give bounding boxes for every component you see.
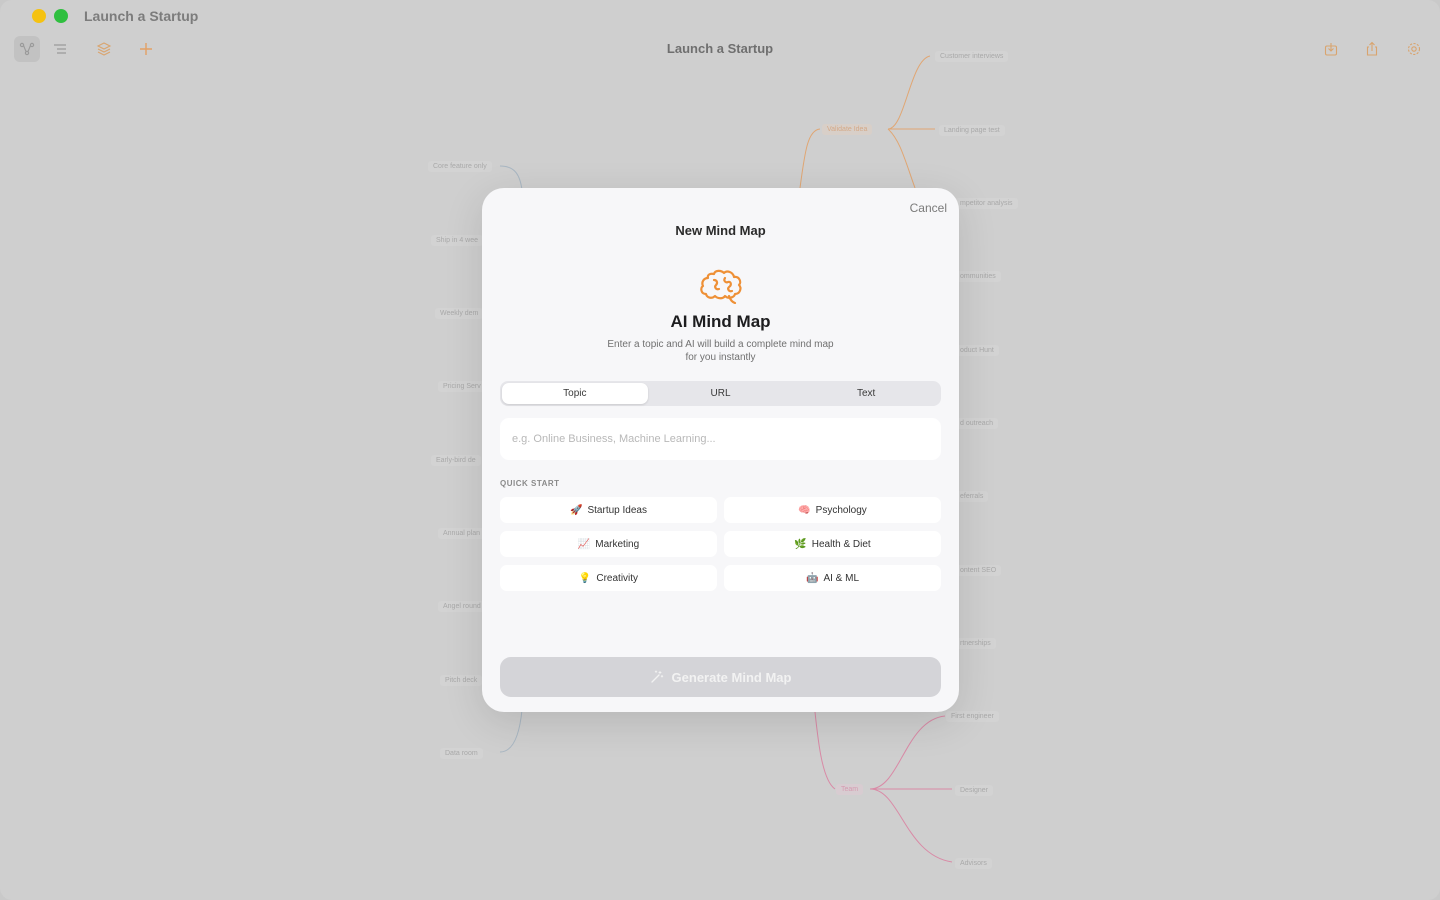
input-mode-segmented-control: Topic URL Text xyxy=(500,381,941,406)
mindmap-node[interactable]: Angel round xyxy=(438,601,486,612)
quick-start-label: Marketing xyxy=(595,538,640,550)
tab-text[interactable]: Text xyxy=(793,383,939,404)
ai-mind-map-description: Enter a topic and AI will build a comple… xyxy=(607,339,834,363)
new-mind-map-dialog: Cancel New Mind Map AI Mind Map Enter a … xyxy=(482,188,959,712)
quick-start-ai-ml-button[interactable]: 🤖 AI & ML xyxy=(724,565,941,591)
quick-start-startup-ideas-button[interactable]: 🚀 Startup Ideas xyxy=(500,497,717,523)
quick-start-label: QUICK START xyxy=(500,479,560,488)
brain-icon xyxy=(700,269,742,304)
quick-start-psychology-button[interactable]: 🧠 Psychology xyxy=(724,497,941,523)
mindmap-node[interactable]: Landing page test xyxy=(939,125,1005,136)
app-window: Launch a Startup Launch a Startup Core f… xyxy=(0,0,1440,900)
mindmap-node[interactable]: Pitch deck xyxy=(440,675,483,686)
mindmap-node[interactable]: Pricing Serv xyxy=(438,381,486,392)
robot-icon: 🤖 xyxy=(805,572,819,584)
mindmap-node[interactable]: Data room xyxy=(440,748,483,759)
quick-start-label: Creativity xyxy=(596,572,639,584)
mindmap-node[interactable]: oduct Hunt xyxy=(955,345,999,356)
ai-mind-map-heading: AI Mind Map xyxy=(670,312,771,331)
mindmap-node[interactable]: ontent SEO xyxy=(955,565,1002,576)
herb-icon: 🌿 xyxy=(794,538,807,550)
generate-label: Generate Mind Map xyxy=(671,669,792,685)
quick-start-label: Startup Ideas xyxy=(587,504,647,516)
mindmap-node[interactable]: Core feature only xyxy=(428,161,492,172)
mindmap-node[interactable]: Annual plan xyxy=(438,528,485,539)
mindmap-node[interactable]: Designer xyxy=(955,785,994,796)
mindmap-branch-node[interactable]: Team xyxy=(836,784,864,795)
mindmap-node[interactable]: Ship in 4 wee xyxy=(431,235,484,246)
mindmap-node[interactable]: Advisors xyxy=(955,858,992,869)
rocket-icon: 🚀 xyxy=(570,504,583,516)
magic-wand-icon xyxy=(650,670,663,683)
tab-url[interactable]: URL xyxy=(648,383,794,404)
topic-input[interactable] xyxy=(500,418,941,460)
mindmap-node[interactable]: Weekly dem xyxy=(435,308,484,319)
quick-start-grid: 🚀 Startup Ideas 🧠 Psychology 📈 Marketing… xyxy=(500,497,941,591)
light-bulb-icon: 💡 xyxy=(578,572,592,584)
mindmap-node[interactable]: eferrals xyxy=(955,491,989,502)
quick-start-health-diet-button[interactable]: 🌿 Health & Diet xyxy=(724,531,941,557)
mindmap-branch-node[interactable]: Validate Idea xyxy=(822,124,873,135)
quick-start-marketing-button[interactable]: 📈 Marketing xyxy=(500,531,717,557)
quick-start-label: Psychology xyxy=(815,504,867,516)
chart-increasing-icon: 📈 xyxy=(577,538,591,550)
quick-start-creativity-button[interactable]: 💡 Creativity xyxy=(500,565,717,591)
mindmap-node[interactable]: ommunities xyxy=(955,271,1001,282)
mindmap-node[interactable]: Customer interviews xyxy=(935,51,1009,62)
mindmap-node[interactable]: Early-bird de xyxy=(431,455,481,466)
mindmap-node[interactable]: d outreach xyxy=(955,418,999,429)
mindmap-node[interactable]: mpetitor analysis xyxy=(955,198,1018,209)
mindmap-node[interactable]: rtnerships xyxy=(955,638,996,649)
brain-emoji-icon: 🧠 xyxy=(798,504,811,516)
cancel-button[interactable]: Cancel xyxy=(910,201,947,215)
quick-start-label: AI & ML xyxy=(823,572,860,584)
mindmap-node[interactable]: First engineer xyxy=(946,711,999,722)
quick-start-label: Health & Diet xyxy=(811,538,871,550)
generate-mind-map-button[interactable]: Generate Mind Map xyxy=(500,657,941,697)
tab-topic[interactable]: Topic xyxy=(502,383,648,404)
dialog-title: New Mind Map xyxy=(675,223,766,238)
